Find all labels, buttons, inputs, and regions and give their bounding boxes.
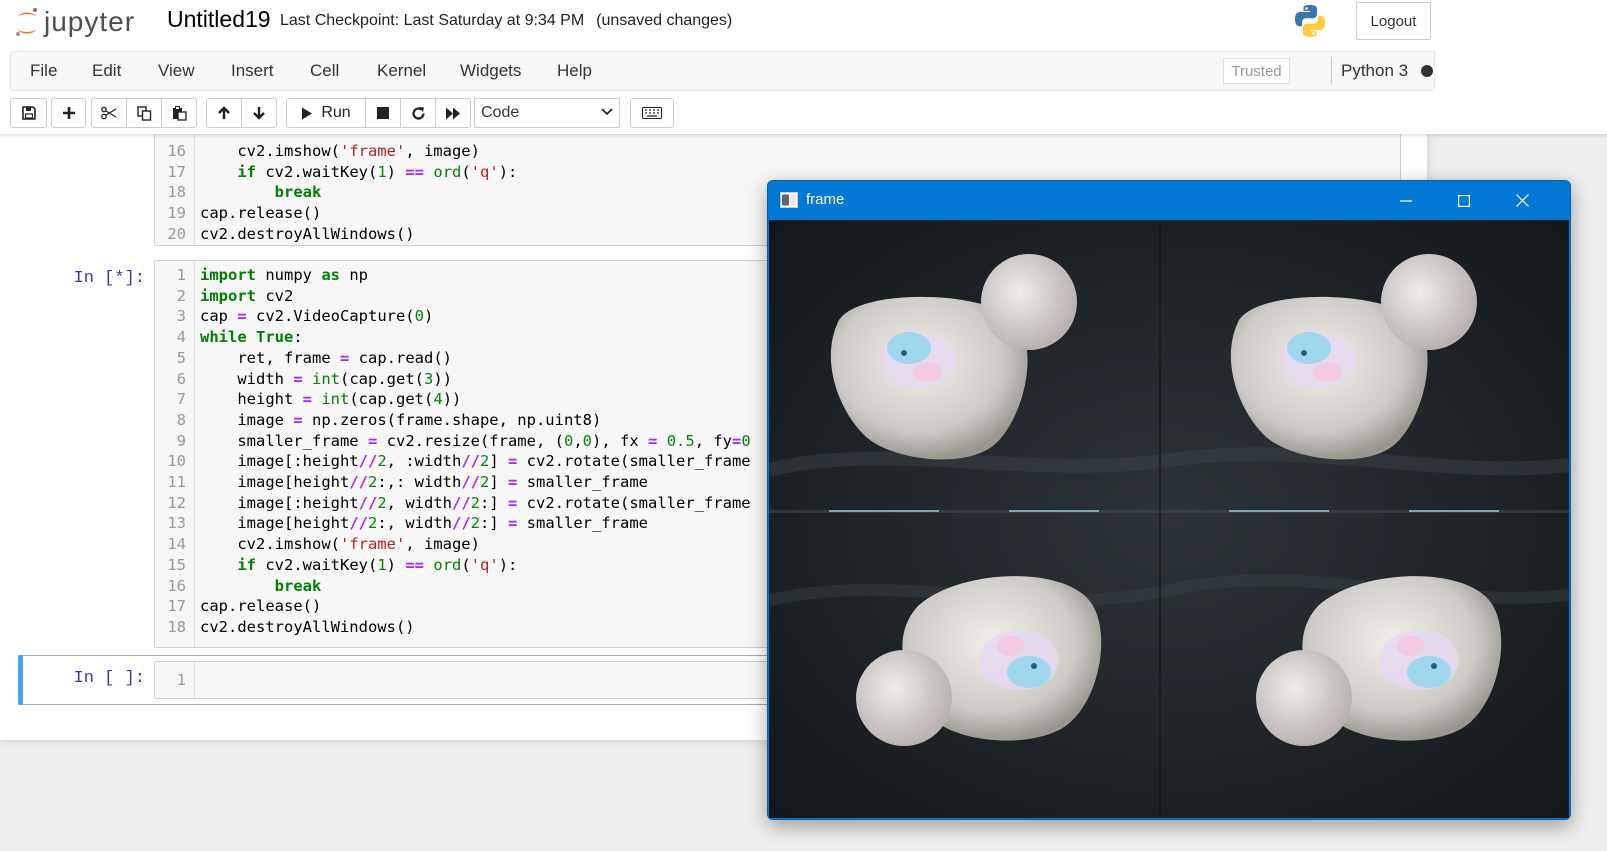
arrow-down-icon: [253, 107, 265, 120]
jupyter-logo[interactable]: jupyter: [14, 4, 135, 40]
keyboard-icon: [642, 107, 662, 119]
restart-icon: [411, 106, 425, 120]
move-down-button[interactable]: [241, 98, 277, 128]
cut-button[interactable]: [91, 98, 127, 128]
checkpoint-status: Last Checkpoint: Last Saturday at 9:34 P…: [280, 12, 732, 30]
fast-forward-icon: [446, 107, 460, 119]
save-icon: [21, 106, 36, 120]
checkpoint-text: Last Checkpoint: Last Saturday at 9:34 P…: [280, 12, 585, 29]
unsaved-changes-text: (unsaved changes): [596, 12, 733, 29]
menu-help[interactable]: Help: [557, 61, 592, 81]
maximize-icon: [1458, 194, 1470, 207]
move-up-button[interactable]: [206, 98, 242, 128]
play-icon: [302, 107, 313, 119]
toolbar: Run Code: [10, 98, 1010, 130]
menu-widgets[interactable]: Widgets: [460, 61, 521, 81]
stop-icon: [377, 107, 389, 119]
menu-file[interactable]: File: [30, 61, 57, 81]
menu-cell[interactable]: Cell: [310, 61, 339, 81]
cut-icon: [101, 106, 117, 120]
jupyter-logo-icon: [16, 8, 37, 36]
run-label: Run: [321, 104, 351, 121]
notebook-header: jupyter Untitled19 Last Checkpoint: Last…: [0, 0, 1607, 134]
menu-view[interactable]: View: [158, 61, 195, 81]
input-prompt: In [ ]:: [73, 669, 145, 688]
close-icon: [1515, 194, 1529, 207]
window-app-icon: [780, 192, 798, 208]
chevron-down-icon: [601, 108, 613, 116]
plus-icon: [62, 107, 75, 119]
notebook-name[interactable]: Untitled19: [167, 6, 271, 33]
kernel-name[interactable]: Python 3: [1341, 61, 1408, 81]
logout-button[interactable]: Logout: [1356, 2, 1431, 40]
window-titlebar[interactable]: frame: [768, 181, 1570, 220]
trusted-indicator[interactable]: Trusted: [1223, 58, 1290, 84]
menu-edit[interactable]: Edit: [92, 61, 121, 81]
save-button[interactable]: [10, 98, 47, 128]
menu-insert[interactable]: Insert: [231, 61, 274, 81]
code-lines: 1 import numpy as np 2 import cv2 3 cap = cv2…: [167, 266, 751, 636]
maximize-button[interactable]: [1435, 181, 1493, 220]
restart-run-all-button[interactable]: [435, 98, 471, 128]
copy-icon: [136, 105, 151, 121]
code-lines: 1: [176, 671, 186, 689]
python-logo-icon: [1292, 3, 1328, 44]
code-lines: 16 cv2.imshow('frame', image) 17 if cv2.w…: [167, 142, 518, 243]
paste-button[interactable]: [161, 98, 197, 128]
minimize-button[interactable]: [1377, 181, 1435, 220]
paste-icon: [172, 105, 187, 121]
command-palette-button[interactable]: [630, 98, 674, 128]
insert-cell-button[interactable]: [51, 98, 86, 128]
interrupt-button[interactable]: [365, 98, 401, 128]
arrow-up-icon: [218, 106, 230, 119]
close-button[interactable]: [1493, 181, 1551, 220]
camera-frame-image: [769, 220, 1569, 818]
cell-type-value: Code: [481, 104, 520, 121]
kernel-busy-indicator-icon: [1421, 65, 1433, 77]
opencv-frame-window[interactable]: frame: [767, 180, 1571, 820]
jupyter-logo-text: jupyter: [44, 6, 136, 37]
kernel-separator: [1331, 57, 1332, 84]
run-button[interactable]: Run: [286, 98, 366, 128]
copy-button[interactable]: [126, 98, 162, 128]
cell-type-select[interactable]: Code: [474, 98, 620, 128]
window-title: frame: [806, 191, 845, 208]
menubar: File Edit View Insert Cell Kernel Widget…: [10, 51, 1435, 91]
restart-button[interactable]: [400, 98, 436, 128]
minimize-icon: [1400, 199, 1412, 202]
input-prompt: In [*]:: [73, 269, 145, 288]
menu-kernel[interactable]: Kernel: [377, 61, 426, 81]
